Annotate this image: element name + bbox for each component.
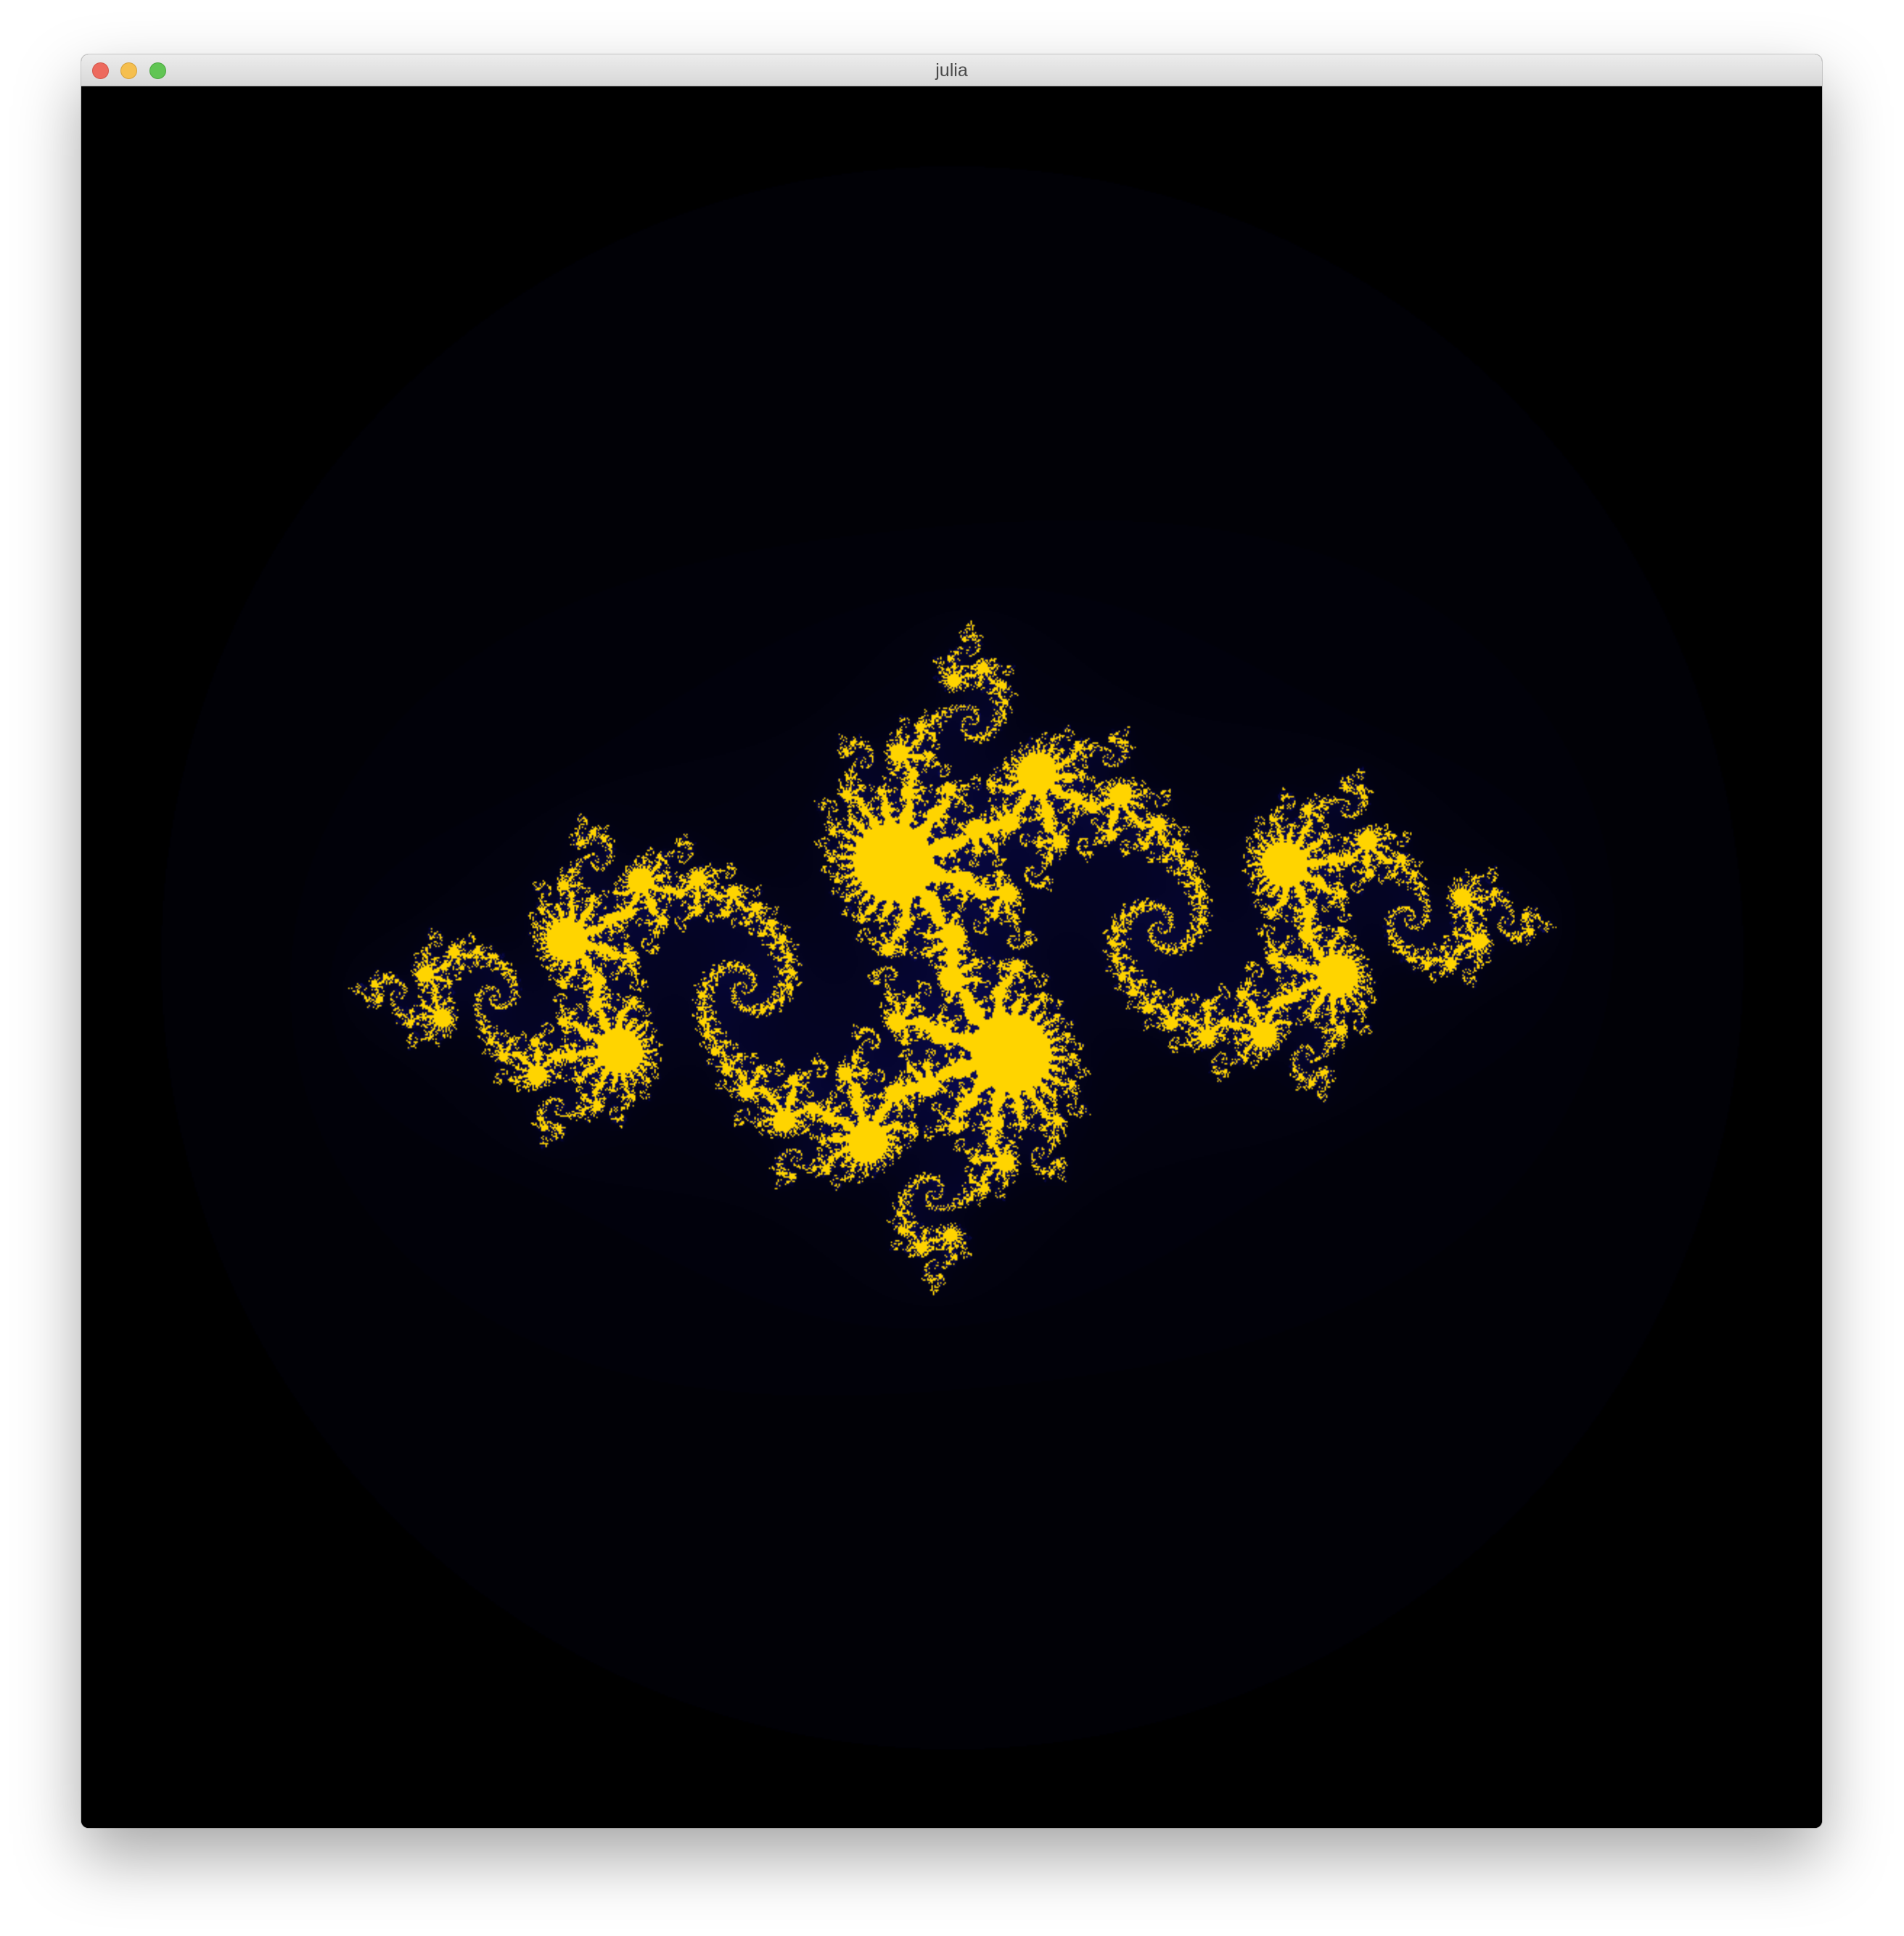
app-window: julia	[81, 54, 1822, 1828]
window-title: julia	[935, 60, 968, 81]
julia-set-canvas[interactable]	[81, 86, 1822, 1828]
title-bar[interactable]: julia	[81, 54, 1822, 86]
fractal-view[interactable]	[81, 86, 1822, 1828]
